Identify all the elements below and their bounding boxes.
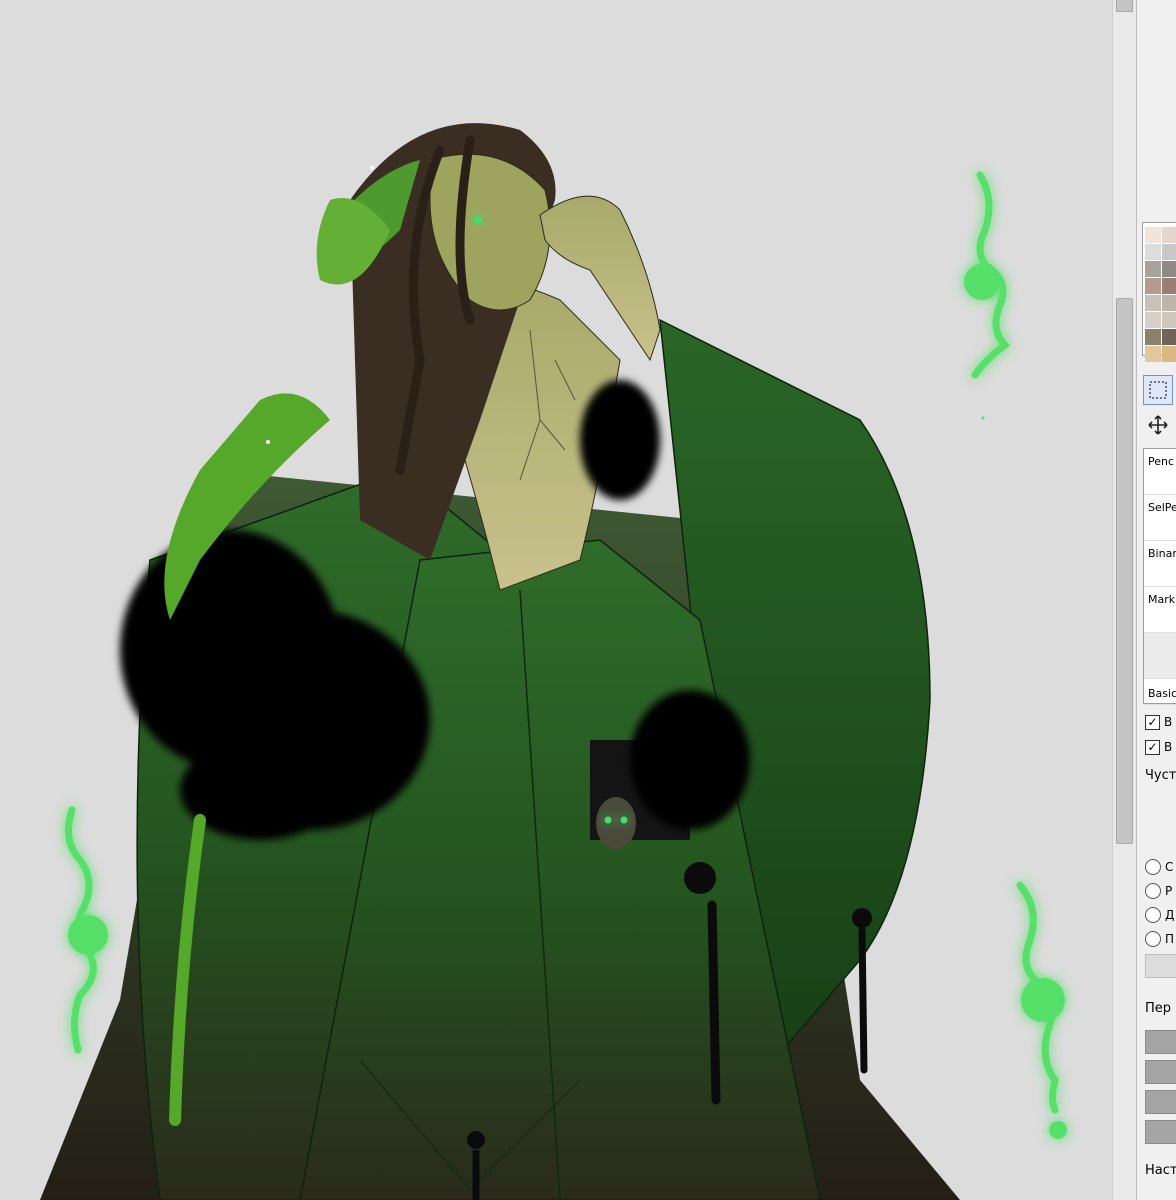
artwork-illustration xyxy=(40,123,1067,1200)
palette-swatch[interactable] xyxy=(1145,244,1161,260)
palette-swatch[interactable] xyxy=(1162,244,1176,260)
brush-item-selpen[interactable]: SelPe xyxy=(1144,495,1176,541)
settings-label: Наст xyxy=(1145,1163,1176,1178)
vertical-scrollbar[interactable] xyxy=(1112,0,1136,1200)
brush-item-empty[interactable] xyxy=(1144,633,1176,679)
palette-swatch[interactable] xyxy=(1145,261,1161,277)
radio-1-label: C xyxy=(1165,860,1174,874)
palette-swatch[interactable] xyxy=(1162,278,1176,294)
radio-4-label: П xyxy=(1165,932,1175,946)
palette-swatch[interactable] xyxy=(1145,278,1161,294)
move-tool[interactable] xyxy=(1143,410,1173,440)
radio-option-2[interactable]: P xyxy=(1145,881,1172,901)
transfer-label: Пер xyxy=(1145,1001,1172,1016)
radio-option-4[interactable]: П xyxy=(1145,929,1174,949)
color-palette[interactable] xyxy=(1142,222,1176,362)
brush-item-marker[interactable]: Mark xyxy=(1144,587,1176,633)
palette-swatch[interactable] xyxy=(1162,227,1176,243)
drawing-canvas[interactable] xyxy=(0,0,1112,1200)
checkbox-1-label: B xyxy=(1164,715,1173,729)
panel-button-2[interactable] xyxy=(1145,1060,1176,1084)
palette-swatch[interactable] xyxy=(1145,346,1161,362)
radio-2[interactable] xyxy=(1145,883,1161,899)
checkbox-option-1[interactable]: ✓ B xyxy=(1145,712,1172,732)
panel-button-4[interactable] xyxy=(1145,1120,1176,1144)
palette-swatch[interactable] xyxy=(1145,227,1161,243)
scrollbar-thumb[interactable] xyxy=(1116,298,1133,844)
move-arrows-icon xyxy=(1148,415,1168,435)
palette-swatch[interactable] xyxy=(1162,312,1176,328)
palette-swatch[interactable] xyxy=(1162,295,1176,311)
panel-button-light[interactable] xyxy=(1145,954,1176,978)
brush-item-pencil[interactable]: Penc xyxy=(1144,449,1176,495)
scrollbar-top-cap[interactable] xyxy=(1116,0,1133,12)
palette-swatch[interactable] xyxy=(1162,261,1176,277)
spirit-flame-right-top xyxy=(964,171,1011,379)
palette-swatch[interactable] xyxy=(1145,329,1161,345)
selection-rectangle-icon xyxy=(1149,381,1167,399)
brush-tool-list: Penc SelPe Binar Mark Basic xyxy=(1143,448,1176,705)
palette-swatch[interactable] xyxy=(1145,312,1161,328)
palette-swatch[interactable] xyxy=(1145,295,1161,311)
radio-3-label: Д xyxy=(1165,908,1175,922)
radio-option-1[interactable]: C xyxy=(1145,857,1173,877)
sensitivity-label: Чуст xyxy=(1145,768,1176,783)
checkbox-option-2[interactable]: ✓ B xyxy=(1145,737,1172,757)
palette-swatch[interactable] xyxy=(1162,346,1176,362)
tool-panel: Penc SelPe Binar Mark Basic ✓ B ✓ B Чуст… xyxy=(1136,0,1176,1200)
panel-button-3[interactable] xyxy=(1145,1090,1176,1114)
palette-swatch[interactable] xyxy=(1162,329,1176,345)
checkbox-2-label: B xyxy=(1164,740,1173,754)
radio-3[interactable] xyxy=(1145,907,1161,923)
panel-button-1[interactable] xyxy=(1145,1030,1176,1054)
brush-item-basic[interactable]: Basic xyxy=(1144,679,1176,705)
radio-4[interactable] xyxy=(1145,931,1161,947)
radio-option-3[interactable]: Д xyxy=(1145,905,1174,925)
rectangle-select-tool[interactable] xyxy=(1143,375,1173,405)
radio-1[interactable] xyxy=(1145,859,1161,875)
brush-item-binary[interactable]: Binar xyxy=(1144,541,1176,587)
checkbox-1[interactable]: ✓ xyxy=(1145,714,1160,730)
checkbox-2[interactable]: ✓ xyxy=(1145,739,1160,755)
radio-2-label: P xyxy=(1165,884,1173,898)
